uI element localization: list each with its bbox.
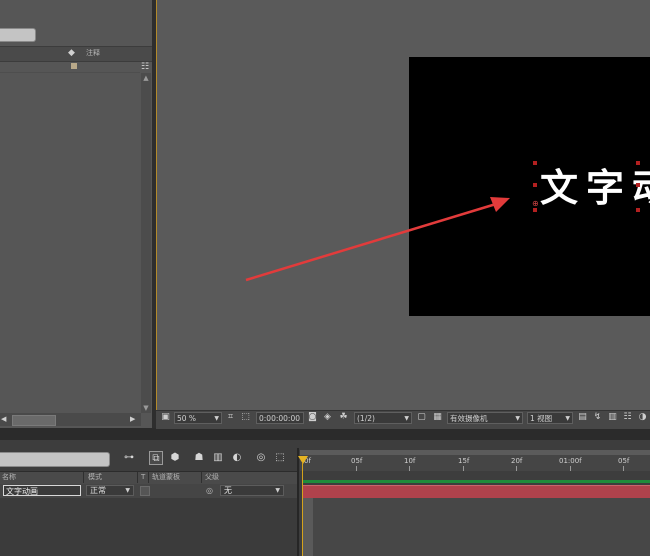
column-t[interactable]: T bbox=[141, 473, 145, 481]
ruler-label: 20f bbox=[511, 457, 523, 465]
view-layout-value: 1 视图 bbox=[530, 414, 553, 423]
ruler-label: 10f bbox=[404, 457, 416, 465]
safe-zones-icon[interactable]: ⌗ bbox=[225, 412, 236, 423]
column-separator bbox=[201, 472, 202, 483]
chevron-down-icon: ▼ bbox=[565, 415, 570, 422]
bounding-box-handle[interactable] bbox=[636, 183, 640, 187]
graph-editor-icon[interactable]: ⬚ bbox=[273, 451, 287, 465]
column-mode[interactable]: 模式 bbox=[88, 473, 102, 481]
column-separator bbox=[83, 472, 84, 483]
flowchart-view-icon[interactable]: ☷ bbox=[622, 412, 633, 423]
ruler-tick bbox=[463, 466, 464, 471]
blend-mode-value: 正常 bbox=[90, 486, 106, 495]
column-comment[interactable]: 注释 bbox=[86, 48, 100, 58]
zoom-value: 50 % bbox=[177, 414, 197, 423]
column-trkmat[interactable]: 轨道蒙板 bbox=[152, 473, 180, 481]
ruler-label: 01:00f bbox=[559, 457, 582, 465]
zoom-select[interactable]: 50 % ▼ bbox=[174, 412, 222, 424]
chevron-down-icon: ▼ bbox=[275, 487, 280, 494]
chevron-down-icon: ▼ bbox=[515, 415, 520, 422]
resolution-value: (1/2) bbox=[357, 414, 375, 423]
transparency-grid-icon[interactable]: ▦ bbox=[432, 412, 443, 423]
snapshot-camera-icon[interactable]: ◙ bbox=[307, 412, 318, 423]
comp-mini-flowchart-icon[interactable]: ⊶ bbox=[122, 451, 136, 465]
flowchart-icon[interactable]: ☷ bbox=[141, 62, 151, 72]
always-preview-icon[interactable]: ▣ bbox=[160, 412, 171, 423]
timeline-divider[interactable] bbox=[297, 448, 299, 556]
ruler-label: 05f bbox=[351, 457, 363, 465]
chevron-down-icon: ▼ bbox=[404, 415, 409, 422]
ruler-tick bbox=[516, 466, 517, 471]
ruler-label: 05f bbox=[618, 457, 630, 465]
brainstorm-icon[interactable]: ◎ bbox=[254, 451, 268, 465]
resolution-select[interactable]: (1/2) ▼ bbox=[354, 412, 412, 424]
live-update-icon[interactable]: ⧉ bbox=[149, 451, 163, 465]
render-bar bbox=[302, 480, 650, 483]
timeline-icon[interactable]: ▥ bbox=[607, 412, 618, 423]
project-vertical-scrollbar[interactable] bbox=[141, 73, 151, 413]
bounding-box-handle[interactable] bbox=[533, 208, 537, 212]
parent-value: 无 bbox=[224, 486, 232, 495]
ruler-tick bbox=[356, 466, 357, 471]
ruler-tick bbox=[409, 466, 410, 471]
timeline-track-area[interactable] bbox=[303, 498, 650, 556]
scroll-up-icon[interactable]: ▲ bbox=[141, 73, 151, 83]
panel-divider-horizontal[interactable] bbox=[0, 428, 650, 440]
timeline-layer-area bbox=[0, 498, 298, 556]
timeline-search-input[interactable] bbox=[0, 452, 110, 467]
hide-shy-layers-icon[interactable]: ☗ bbox=[192, 451, 206, 465]
view-layout-select[interactable]: 1 视图 ▼ bbox=[527, 412, 573, 424]
project-item-row[interactable] bbox=[0, 61, 140, 73]
layer-duration-bar[interactable] bbox=[303, 485, 650, 499]
bounding-box-handle[interactable] bbox=[533, 183, 537, 187]
color-channels-icon[interactable]: ☘ bbox=[338, 412, 349, 423]
camera-select[interactable]: 有效摄像机 ▼ bbox=[447, 412, 523, 424]
horizontal-scroll-thumb[interactable] bbox=[12, 415, 56, 426]
blend-mode-select[interactable]: 正常 ▼ bbox=[86, 485, 134, 496]
region-of-interest-icon[interactable]: ▢ bbox=[416, 412, 427, 423]
ruler-tick bbox=[570, 466, 571, 471]
bounding-box-handle[interactable] bbox=[636, 208, 640, 212]
bounding-box-handle[interactable] bbox=[636, 161, 640, 165]
ruler-label: 15f bbox=[458, 457, 470, 465]
parent-select[interactable]: 无 ▼ bbox=[220, 485, 284, 496]
preserve-transparency-checkbox[interactable] bbox=[140, 486, 150, 496]
label-color-swatch[interactable] bbox=[71, 63, 77, 69]
composition-text-layer[interactable]: 文字动 bbox=[540, 160, 650, 216]
chevron-down-icon: ▼ bbox=[125, 487, 130, 494]
label-tag-icon[interactable]: ◆ bbox=[68, 48, 78, 58]
current-time-field[interactable]: 0:00:00:00 bbox=[256, 412, 304, 424]
fast-previews-icon[interactable]: ↯ bbox=[592, 412, 603, 423]
current-time-indicator-icon[interactable] bbox=[298, 456, 308, 464]
timeline-column-header bbox=[0, 471, 298, 485]
current-time-indicator-line[interactable] bbox=[302, 462, 303, 556]
column-parent[interactable]: 父级 bbox=[205, 473, 219, 481]
scroll-right-icon[interactable]: ▶ bbox=[130, 414, 138, 424]
pick-whip-icon[interactable]: ◎ bbox=[206, 486, 216, 496]
chevron-down-icon: ▼ bbox=[214, 415, 219, 422]
scroll-down-icon[interactable]: ▼ bbox=[141, 403, 151, 413]
reset-exposure-icon[interactable]: ◑ bbox=[637, 412, 648, 423]
bounding-box-handle[interactable] bbox=[533, 161, 537, 165]
timeline-track-strip bbox=[303, 498, 313, 556]
scroll-left-icon[interactable]: ◀ bbox=[1, 414, 9, 424]
column-separator bbox=[137, 472, 138, 483]
motion-blur-icon[interactable]: ◐ bbox=[230, 451, 244, 465]
show-snapshot-icon[interactable]: ◈ bbox=[322, 412, 333, 423]
anchor-point-icon[interactable]: ⊕ bbox=[532, 200, 540, 208]
layer-name-field[interactable]: 文字动画 bbox=[3, 485, 81, 496]
draft-3d-icon[interactable]: ⬢ bbox=[168, 451, 182, 465]
mask-visibility-icon[interactable]: ⬚ bbox=[240, 412, 251, 423]
ruler-tick bbox=[623, 466, 624, 471]
column-layer-name[interactable]: 名称 bbox=[2, 473, 16, 481]
project-search-input[interactable] bbox=[0, 28, 36, 42]
toggle-pixel-aspect-icon[interactable]: ▤ bbox=[577, 412, 588, 423]
camera-value: 有效摄像机 bbox=[450, 414, 488, 423]
column-separator bbox=[148, 472, 149, 483]
frame-blending-icon[interactable]: ▥ bbox=[211, 451, 225, 465]
